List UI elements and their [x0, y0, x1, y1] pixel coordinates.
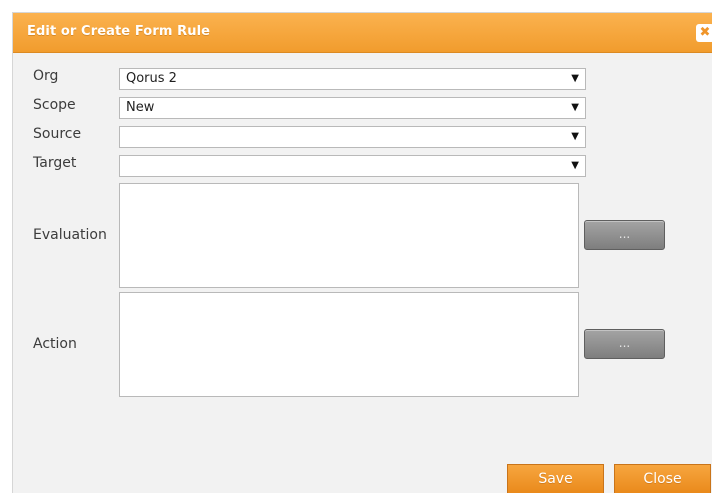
evaluation-label: Evaluation: [33, 227, 107, 243]
dialog-title: Edit or Create Form Rule: [27, 24, 211, 39]
scope-select[interactable]: New ▼: [119, 97, 586, 119]
chevron-down-icon: ▼: [571, 73, 579, 84]
source-select[interactable]: ▼: [119, 126, 586, 148]
scope-select-value: New: [126, 100, 155, 115]
org-label: Org: [33, 68, 59, 84]
evaluation-textarea[interactable]: [119, 183, 579, 288]
evaluation-browse-button[interactable]: ...: [584, 220, 665, 250]
close-icon[interactable]: ✖: [696, 24, 712, 42]
close-button[interactable]: Close: [614, 464, 711, 493]
chevron-down-icon: ▼: [571, 160, 579, 171]
form-rule-dialog: Edit or Create Form Rule ✖ Org Qorus 2 ▼…: [12, 12, 712, 493]
dialog-titlebar[interactable]: Edit or Create Form Rule ✖: [13, 13, 712, 53]
org-select[interactable]: Qorus 2 ▼: [119, 68, 586, 90]
action-label: Action: [33, 336, 77, 352]
chevron-down-icon: ▼: [571, 131, 579, 142]
source-label: Source: [33, 126, 82, 142]
target-label: Target: [33, 155, 77, 171]
action-browse-button[interactable]: ...: [584, 329, 665, 359]
action-textarea[interactable]: [119, 292, 579, 397]
chevron-down-icon: ▼: [571, 102, 579, 113]
scope-label: Scope: [33, 97, 76, 113]
save-button[interactable]: Save: [507, 464, 604, 493]
org-select-value: Qorus 2: [126, 71, 177, 86]
target-select[interactable]: ▼: [119, 155, 586, 177]
